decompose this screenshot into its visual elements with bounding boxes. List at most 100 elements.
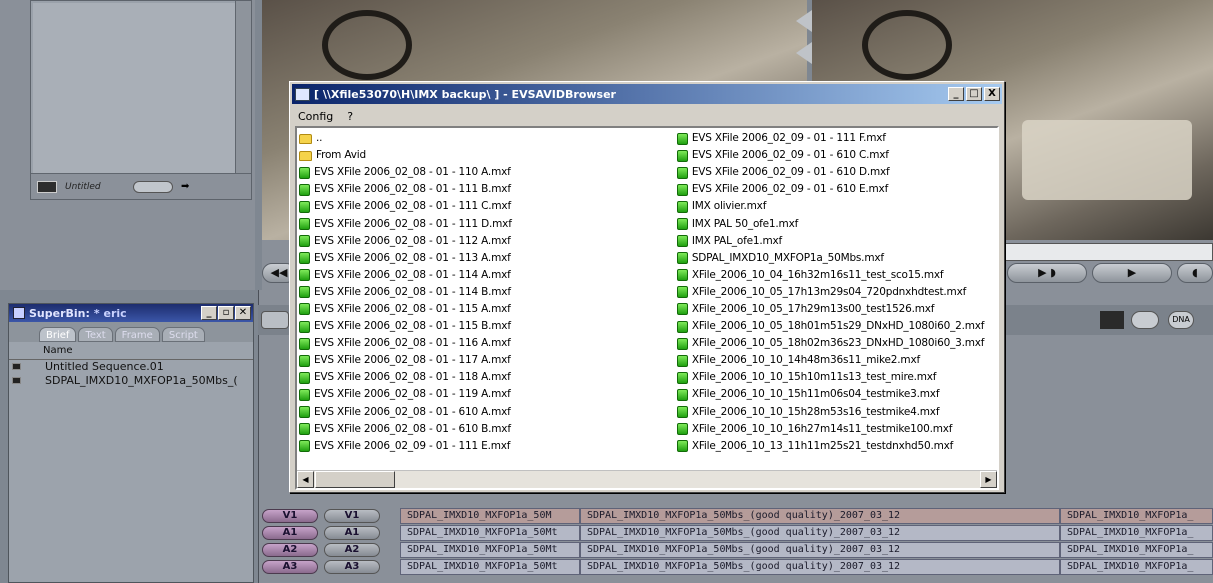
source-track-button[interactable]: A1	[262, 526, 318, 540]
close-button[interactable]: ✕	[235, 306, 251, 320]
file-list-item[interactable]: XFile_2006_10_10_14h48m36s11_mike2.mxf	[676, 352, 995, 369]
file-name: EVS XFile 2006_02_09 - 01 - 610 E.mxf	[691, 183, 889, 196]
file-list-item[interactable]: XFile_2006_10_10_15h10m11s13_test_mire.m…	[676, 369, 995, 386]
bike-wheel	[862, 10, 952, 80]
timeline-clip[interactable]: SDPAL_IMXD10_MXFOP1a_50Mt	[400, 542, 580, 558]
bin-scrollbar[interactable]	[235, 1, 251, 173]
tab-brief[interactable]: Brief	[39, 327, 77, 342]
list-view-icon[interactable]	[1131, 311, 1159, 329]
file-list-item[interactable]: XFile_2006_10_05_17h13m29s04_720pdnxhdte…	[676, 284, 995, 301]
menu-config[interactable]: Config	[298, 110, 333, 123]
timeline-clip[interactable]: SDPAL_IMXD10_MXFOP1a_	[1060, 508, 1213, 524]
minimize-button[interactable]: _	[201, 306, 217, 320]
file-list-item[interactable]: EVS XFile 2006_02_08 - 01 - 117 A.mxf	[299, 352, 677, 369]
menu-help[interactable]: ?	[347, 110, 353, 123]
file-list-item[interactable]: XFile_2006_10_04_16h32m16s11_test_sco15.…	[676, 267, 995, 284]
grid-view-icon[interactable]	[1100, 311, 1124, 329]
record-track-button[interactable]: V1	[324, 509, 380, 523]
list-item[interactable]: Untitled Sequence.01	[9, 360, 253, 374]
file-list-item[interactable]: XFile_2006_10_10_16h27m14s11_testmike100…	[676, 421, 995, 438]
record-track-button[interactable]: A3	[324, 560, 380, 574]
file-list-item[interactable]: EVS XFile 2006_02_08 - 01 - 116 A.mxf	[299, 335, 677, 352]
file-list-item[interactable]: EVS XFile 2006_02_09 - 01 - 610 E.mxf	[676, 181, 995, 198]
file-list-item[interactable]: SDPAL_IMXD10_MXFOP1a_50Mbs.mxf	[676, 250, 995, 267]
file-list-item[interactable]: EVS XFile 2006_02_09 - 01 - 610 D.mxf	[676, 164, 995, 181]
file-list-item[interactable]: ..	[299, 130, 677, 147]
play-button[interactable]: ▶ ◗	[1007, 263, 1087, 283]
file-list-item[interactable]: EVS XFile 2006_02_08 - 01 - 114 A.mxf	[299, 267, 677, 284]
file-list-item[interactable]: EVS XFile 2006_02_08 - 01 - 114 B.mxf	[299, 284, 677, 301]
timeline-clip[interactable]: SDPAL_IMXD10_MXFOP1a_50Mbs_(good quality…	[580, 542, 1060, 558]
mxf-file-icon	[676, 286, 688, 299]
record-track-button[interactable]: A2	[324, 543, 380, 557]
timeline-clip[interactable]: SDPAL_IMXD10_MXFOP1a_	[1060, 525, 1213, 541]
file-list-item[interactable]: IMX PAL 50_ofe1.mxf	[676, 215, 995, 232]
scroll-left-icon[interactable]: ◀	[297, 471, 314, 488]
timeline-clip[interactable]: SDPAL_IMXD10_MXFOP1a_50Mbs_(good quality…	[580, 525, 1060, 541]
file-list-item[interactable]: EVS XFile 2006_02_08 - 01 - 112 A.mxf	[299, 233, 677, 250]
scroll-thumb[interactable]	[315, 471, 395, 488]
file-list-item[interactable]: EVS XFile 2006_02_08 - 01 - 610 A.mxf	[299, 404, 677, 421]
tab-text[interactable]: Text	[78, 327, 113, 342]
file-list-item[interactable]: XFile_2006_10_05_18h02m36s23_DNxHD_1080i…	[676, 335, 995, 352]
horizontal-scrollbar[interactable]: ◀ ▶	[297, 470, 997, 488]
file-list-item[interactable]: EVS XFile 2006_02_08 - 01 - 111 C.mxf	[299, 198, 677, 215]
window-titlebar[interactable]: [ \\Xfile53070\H\IMX backup\ ] - EVSAVID…	[292, 84, 1002, 104]
timeline-clip[interactable]: SDPAL_IMXD10_MXFOP1a_50M	[400, 508, 580, 524]
mxf-file-icon	[676, 252, 688, 265]
file-list-item[interactable]: XFile_2006_10_05_18h01m51s29_DNxHD_1080i…	[676, 318, 995, 335]
mark-button[interactable]: ◖	[1177, 263, 1213, 283]
file-list-item[interactable]: XFile_2006_10_10_15h11m06s04_testmike3.m…	[676, 386, 995, 403]
file-list-item[interactable]: EVS XFile 2006_02_08 - 01 - 113 A.mxf	[299, 250, 677, 267]
arrow-right-icon[interactable]: ➡	[181, 181, 189, 192]
file-list-item[interactable]: EVS XFile 2006_02_08 - 01 - 110 A.mxf	[299, 164, 677, 181]
file-list-item[interactable]: EVS XFile 2006_02_09 - 01 - 111 E.mxf	[299, 438, 677, 455]
bin-view-icon[interactable]	[37, 180, 57, 193]
source-track-button[interactable]: A3	[262, 560, 318, 574]
bin-hscroll[interactable]	[133, 180, 173, 193]
tab-script[interactable]: Script	[161, 327, 205, 342]
timeline-clip[interactable]: SDPAL_IMXD10_MXFOP1a_50Mbs_(good quality…	[580, 508, 1060, 524]
dna-button[interactable]: DNA	[1168, 311, 1194, 329]
file-list-item[interactable]: EVS XFile 2006_02_08 - 01 - 115 A.mxf	[299, 301, 677, 318]
file-list-item[interactable]: EVS XFile 2006_02_08 - 01 - 111 D.mxf	[299, 215, 677, 232]
timeline-clip[interactable]: SDPAL_IMXD10_MXFOP1a_50Mt	[400, 525, 580, 541]
file-list-item[interactable]: EVS XFile 2006_02_09 - 01 - 610 C.mxf	[676, 147, 995, 164]
file-list-item[interactable]: From Avid	[299, 147, 677, 164]
position-ruler[interactable]	[1000, 243, 1213, 261]
file-list-item[interactable]: XFile_2006_10_05_17h29m13s00_test1526.mx…	[676, 301, 995, 318]
source-track-button[interactable]: V1	[262, 509, 318, 523]
file-name: XFile_2006_10_05_17h13m29s04_720pdnxhdte…	[691, 285, 967, 298]
mxf-file-icon	[299, 406, 310, 419]
file-list-item[interactable]: XFile_2006_10_13_11h11m25s21_testdnxhd50…	[676, 438, 995, 455]
file-list-item[interactable]: EVS XFile 2006_02_09 - 01 - 111 F.mxf	[676, 130, 995, 147]
timeline-clip[interactable]: SDPAL_IMXD10_MXFOP1a_50Mt	[400, 559, 580, 575]
file-list-item[interactable]: EVS XFile 2006_02_08 - 01 - 119 A.mxf	[299, 386, 677, 403]
file-list-item[interactable]: EVS XFile 2006_02_08 - 01 - 610 B.mxf	[299, 421, 677, 438]
file-list: .. From Avid EVS XFile 2006_02_08 - 01 - 1…	[295, 126, 999, 490]
close-button[interactable]: X	[984, 87, 1000, 101]
file-list-item[interactable]: XFile_2006_10_10_15h28m53s16_testmike4.m…	[676, 404, 995, 421]
column-header-name[interactable]: Name	[9, 342, 253, 360]
file-list-item[interactable]: IMX PAL_ofe1.mxf	[676, 233, 995, 250]
timeline-clip[interactable]: SDPAL_IMXD10_MXFOP1a_	[1060, 542, 1213, 558]
minimize-button[interactable]: _	[948, 87, 964, 101]
timeline-clip[interactable]: SDPAL_IMXD10_MXFOP1a_	[1060, 559, 1213, 575]
source-track-button[interactable]: A2	[262, 543, 318, 557]
timeline-clip[interactable]: SDPAL_IMXD10_MXFOP1a_50Mbs_(good quality…	[580, 559, 1060, 575]
maximize-button[interactable]: □	[966, 87, 982, 101]
file-list-item[interactable]: EVS XFile 2006_02_08 - 01 - 111 B.mxf	[299, 181, 677, 198]
track-toggle-button[interactable]	[261, 311, 289, 329]
record-track-button[interactable]: A1	[324, 526, 380, 540]
mxf-file-icon	[299, 235, 310, 248]
scroll-right-icon[interactable]: ▶	[980, 471, 997, 488]
maximize-button[interactable]: ▫	[218, 306, 234, 320]
step-button[interactable]: ▶	[1092, 263, 1172, 283]
mxf-file-icon	[676, 406, 688, 419]
tab-frame[interactable]: Frame	[114, 327, 160, 342]
list-item[interactable]: SDPAL_IMXD10_MXFOP1a_50Mbs_(	[9, 374, 253, 388]
file-list-item[interactable]: EVS XFile 2006_02_08 - 01 - 115 B.mxf	[299, 318, 677, 335]
file-list-item[interactable]: IMX olivier.mxf	[676, 198, 995, 215]
superbin-titlebar[interactable]: SuperBin: * eric _ ▫ ✕	[9, 304, 253, 322]
file-list-item[interactable]: EVS XFile 2006_02_08 - 01 - 118 A.mxf	[299, 369, 677, 386]
